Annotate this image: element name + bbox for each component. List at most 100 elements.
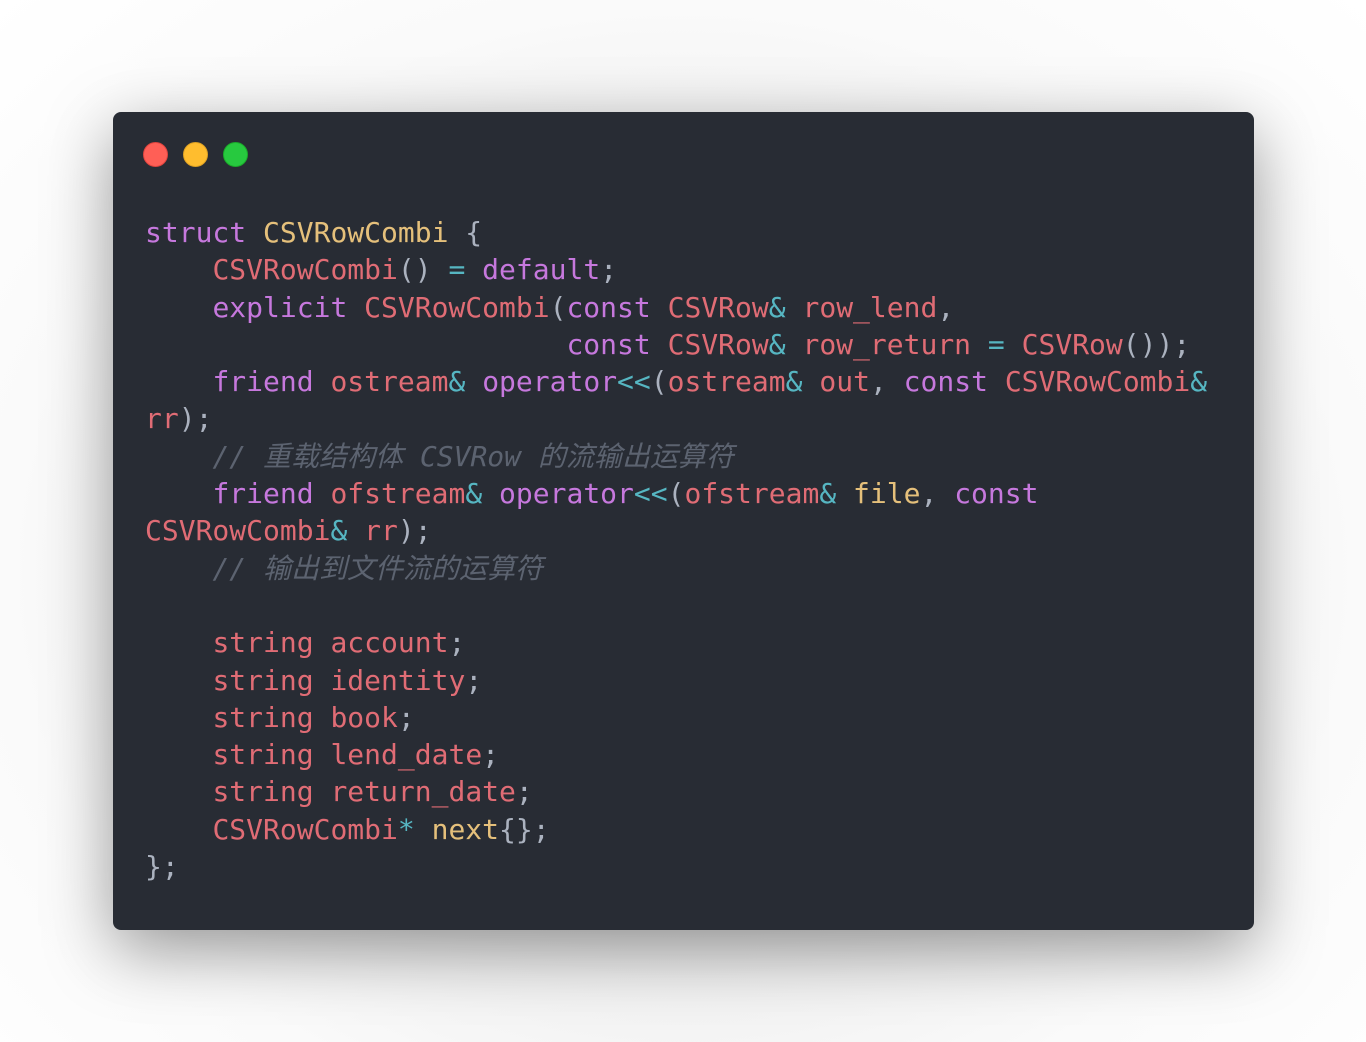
code-token: ; [600,253,618,287]
code-token: ; [448,626,466,660]
code-token: friend [212,365,314,399]
code-token: lend_date [330,738,483,772]
code-token: const [954,477,1039,511]
code-token: ; [465,663,483,697]
code-token: CSVRow [667,327,769,361]
code-token: & [785,365,803,399]
code-line: CSVRowCombi* next{}; [145,811,1225,848]
minimize-button[interactable] [183,142,208,167]
code-token: const [566,290,651,324]
code-line: CSVRowCombi& rr); [145,512,1225,549]
code-token: string [212,700,314,734]
code-token: ostream [330,365,449,399]
code-token: rr [364,514,398,548]
code-line: friend ostream& operator<<(ostream& out,… [145,363,1225,400]
code-token: ); [178,402,213,436]
code-token: const [566,327,651,361]
code-token: = [987,327,1005,361]
code-token: account [330,626,449,660]
code-token: book [330,700,398,734]
code-token: row_lend [802,290,938,324]
code-line: string book; [145,699,1225,736]
code-line: const CSVRow& row_return = CSVRow()); [145,326,1225,363]
close-button[interactable] [143,142,168,167]
code-token: ostream [667,365,786,399]
code-token: , [869,365,904,399]
code-token: string [212,626,314,660]
code-token: & [768,290,786,324]
code-token: ; [397,700,415,734]
code-token: operator [482,365,618,399]
code-token: ); [397,514,432,548]
code-token: ofstream [330,477,466,511]
code-line: string account; [145,624,1225,661]
code-token: & [819,477,837,511]
code-token: identity [330,663,466,697]
code-token: CSVRowCombi [364,290,550,324]
code-line: string lend_date; [145,736,1225,773]
code-comment: // 重载结构体 CSVRow 的流输出运算符 [212,439,734,473]
code-line: friend ofstream& operator<<(ofstream& fi… [145,475,1225,512]
code-token: & [768,327,786,361]
code-token: }; [145,850,179,884]
code-token: file [853,477,921,511]
code-line: }; [145,848,1225,885]
code-token: CSVRowCombi [212,253,398,287]
code-block: struct CSVRowCombi { CSVRowCombi() = def… [145,214,1225,885]
code-token: ofstream [684,477,820,511]
code-token: & [465,477,483,511]
code-token: string [212,663,314,697]
code-token: * [397,812,415,846]
code-comment: // 输出到文件流的运算符 [212,551,544,585]
code-token: explicit [212,290,348,324]
code-line: explicit CSVRowCombi(const CSVRow& row_l… [145,289,1225,326]
code-token: ( [549,290,567,324]
maximize-button[interactable] [223,142,248,167]
code-line: // 重载结构体 CSVRow 的流输出运算符 [145,438,1225,475]
code-token: rr [145,402,179,436]
code-token: CSVRowCombi [263,216,449,249]
code-line: struct CSVRowCombi { [145,214,1225,251]
code-line: // 输出到文件流的运算符 [145,550,1225,587]
code-token: default [482,253,601,287]
code-token: , [920,477,955,511]
code-token: string [212,738,314,772]
code-line: string identity; [145,662,1225,699]
code-token: = [448,253,466,287]
code-token: CSVRow [1021,327,1123,361]
code-token: , [937,290,955,324]
code-line: CSVRowCombi() = default; [145,251,1225,288]
code-token: string [212,775,314,809]
code-token: friend [212,477,314,511]
code-token: out [819,365,870,399]
code-token: row_return [802,327,972,361]
